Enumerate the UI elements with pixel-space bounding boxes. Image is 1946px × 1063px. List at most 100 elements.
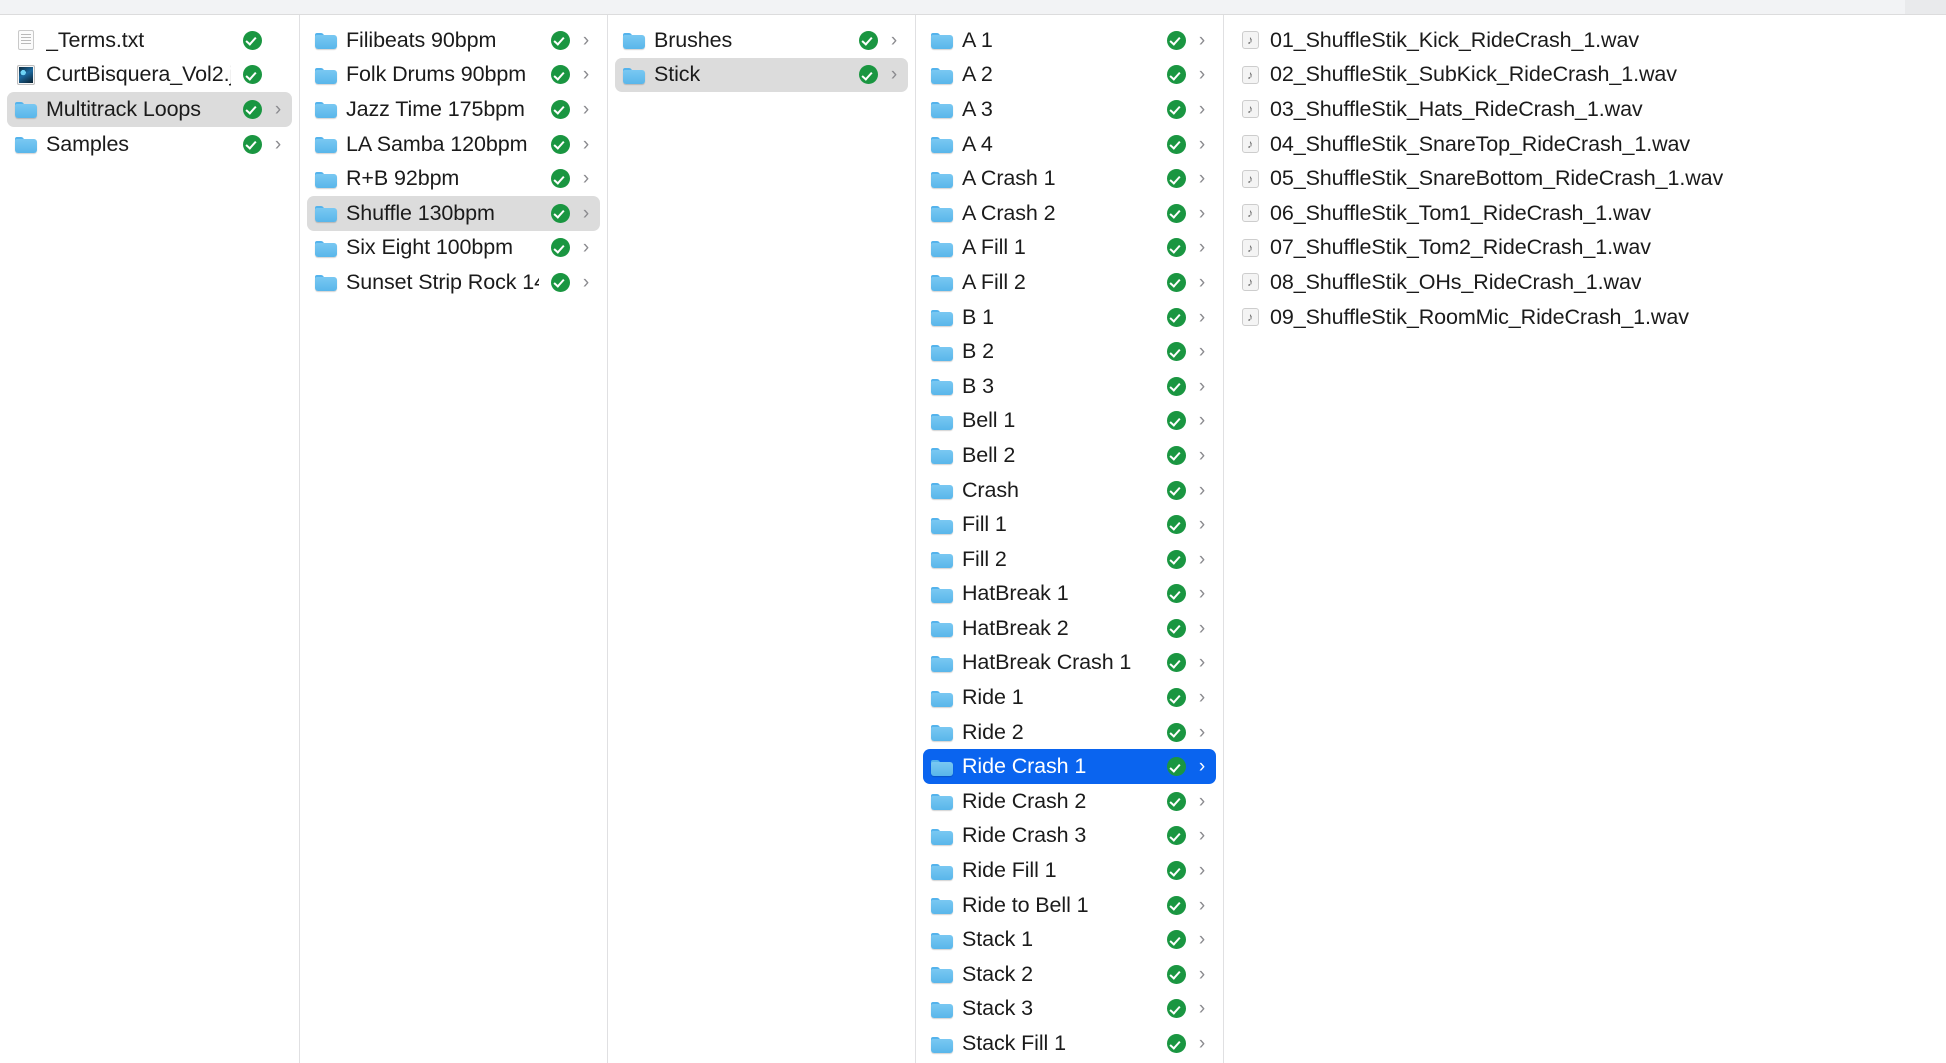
file-row[interactable]: Ride Fill 1 › [923,853,1216,888]
file-row[interactable]: Sunset Strip Rock 140bpm › [307,265,600,300]
chevron-right-icon[interactable]: › [1194,411,1210,430]
file-row[interactable]: A 4 › [923,127,1216,162]
chevron-right-icon[interactable]: › [578,65,594,84]
file-row[interactable]: ♪09_ShuffleStik_RoomMic_RideCrash_1.wav› [1231,300,1939,335]
file-row[interactable]: Fill 2 › [923,542,1216,577]
chevron-right-icon[interactable]: › [1194,757,1210,776]
chevron-right-icon[interactable]: › [1194,965,1210,984]
chevron-right-icon[interactable]: › [578,238,594,257]
file-row[interactable]: LA Samba 120bpm › [307,127,600,162]
chevron-right-icon[interactable]: › [1194,688,1210,707]
chevron-right-icon[interactable]: › [578,169,594,188]
file-row[interactable]: A 1 › [923,23,1216,58]
chevron-right-icon[interactable]: › [886,65,902,84]
file-row[interactable]: Fill 1 › [923,507,1216,542]
file-row[interactable]: HatBreak 2 › [923,611,1216,646]
file-row[interactable]: B 2 › [923,334,1216,369]
file-row[interactable]: ♪ 05_ShuffleStik_SnareBottom_RideCrash_1.… [1231,161,1939,196]
chevron-right-icon[interactable]: › [1194,723,1210,742]
file-row[interactable]: Bell 1 › [923,404,1216,439]
file-row[interactable]: ♪01_ShuffleStik_Kick_RideCrash_1.wav› [1231,23,1939,58]
chevron-right-icon[interactable]: › [1194,826,1210,845]
chevron-right-icon[interactable]: › [1194,515,1210,534]
file-row[interactable]: Shuffle 130bpm › [307,195,600,231]
file-row[interactable]: _Terms.txt› [7,23,292,58]
file-row[interactable]: Folk Drums 90bpm › [307,58,600,93]
chevron-right-icon[interactable]: › [1194,653,1210,672]
file-row[interactable]: Stack 2 › [923,957,1216,992]
file-row[interactable]: Stack 1 › [923,922,1216,957]
chevron-right-icon[interactable]: › [1194,273,1210,292]
file-row-selected[interactable]: Ride Crash 1 › [923,749,1216,785]
chevron-right-icon[interactable]: › [1194,238,1210,257]
file-row[interactable]: Bell 2 › [923,438,1216,473]
chevron-right-icon[interactable]: › [1194,31,1210,50]
file-row[interactable]: ♪ 04_ShuffleStik_SnareTop_RideCrash_1.wav… [1231,127,1939,162]
file-row[interactable]: Stack 3 › [923,992,1216,1027]
chevron-right-icon[interactable]: › [1194,550,1210,569]
chevron-right-icon[interactable]: › [1194,481,1210,500]
music-note-icon: ♪ [1247,67,1253,82]
file-row[interactable]: ♪06_ShuffleStik_Tom1_RideCrash_1.wav› [1231,196,1939,231]
file-row[interactable]: B 3 › [923,369,1216,404]
file-row[interactable]: ♪02_ShuffleStik_SubKick_RideCrash_1.wav› [1231,58,1939,93]
folder-icon [315,64,337,86]
file-row[interactable]: Jazz Time 175bpm › [307,92,600,127]
file-row[interactable]: Ride to Bell 1 › [923,888,1216,923]
file-row[interactable]: A 2 › [923,58,1216,93]
chevron-right-icon[interactable]: › [1194,1034,1210,1053]
file-row[interactable]: ♪08_ShuffleStik_OHs_RideCrash_1.wav› [1231,265,1939,300]
file-row[interactable]: HatBreak 1 › [923,577,1216,612]
file-row[interactable]: ♪07_ShuffleStik_Tom2_RideCrash_1.wav› [1231,231,1939,266]
file-row[interactable]: Stack Fill 1 › [923,1026,1216,1061]
file-row[interactable]: ♪03_ShuffleStik_Hats_RideCrash_1.wav› [1231,92,1939,127]
chevron-right-icon[interactable]: › [1194,896,1210,915]
chevron-right-icon[interactable]: › [1194,377,1210,396]
file-name-label: 09_ShuffleStik_RoomMic_RideCrash_1.wav [1270,304,1689,329]
file-row[interactable]: Ride 2 › [923,715,1216,750]
chevron-right-icon[interactable]: › [1194,65,1210,84]
file-row[interactable]: Ride 1 › [923,680,1216,715]
file-row[interactable]: Multitrack Loops › [7,92,292,127]
file-row[interactable]: A Crash 2 › [923,196,1216,231]
chevron-right-icon[interactable]: › [270,135,286,154]
chevron-right-icon[interactable]: › [578,100,594,119]
file-row[interactable]: A 3 › [923,92,1216,127]
chevron-right-icon[interactable]: › [1194,861,1210,880]
file-row[interactable]: Stick › [615,57,908,93]
file-row[interactable]: A Crash 1 › [923,161,1216,196]
chevron-right-icon[interactable]: › [886,31,902,50]
file-row[interactable]: HatBreak Crash 1 › [923,646,1216,681]
file-row[interactable]: R+B 92bpm › [307,161,600,196]
chevron-right-icon[interactable]: › [1194,204,1210,223]
file-row[interactable]: CurtBisquera_Vol2.jpg› [7,58,292,93]
chevron-right-icon[interactable]: › [578,204,594,223]
file-row[interactable]: Six Eight 100bpm › [307,231,600,266]
chevron-right-icon[interactable]: › [578,273,594,292]
chevron-right-icon[interactable]: › [1194,135,1210,154]
file-row[interactable]: Ride Crash 3 › [923,819,1216,854]
file-row[interactable]: Filibeats 90bpm › [307,23,600,58]
folder-icon [931,825,953,847]
file-row[interactable]: A Fill 2 › [923,265,1216,300]
chevron-right-icon[interactable]: › [1194,308,1210,327]
file-row[interactable]: Crash › [923,473,1216,508]
chevron-right-icon[interactable]: › [1194,100,1210,119]
chevron-right-icon[interactable]: › [1194,619,1210,638]
chevron-right-icon[interactable]: › [1194,999,1210,1018]
chevron-right-icon[interactable]: › [270,100,286,119]
chevron-right-icon[interactable]: › [578,135,594,154]
chevron-right-icon[interactable]: › [1194,792,1210,811]
chevron-right-icon[interactable]: › [1194,584,1210,603]
scrollbar-gutter[interactable] [1905,0,1946,14]
file-row[interactable]: Samples › [7,127,292,162]
chevron-right-icon[interactable]: › [1194,342,1210,361]
file-row[interactable]: A Fill 1 › [923,231,1216,266]
chevron-right-icon[interactable]: › [1194,446,1210,465]
file-row[interactable]: B 1 › [923,300,1216,335]
chevron-right-icon[interactable]: › [1194,169,1210,188]
chevron-right-icon[interactable]: › [1194,930,1210,949]
file-row[interactable]: Ride Crash 2 › [923,784,1216,819]
file-row[interactable]: Brushes › [615,23,908,58]
chevron-right-icon[interactable]: › [578,31,594,50]
